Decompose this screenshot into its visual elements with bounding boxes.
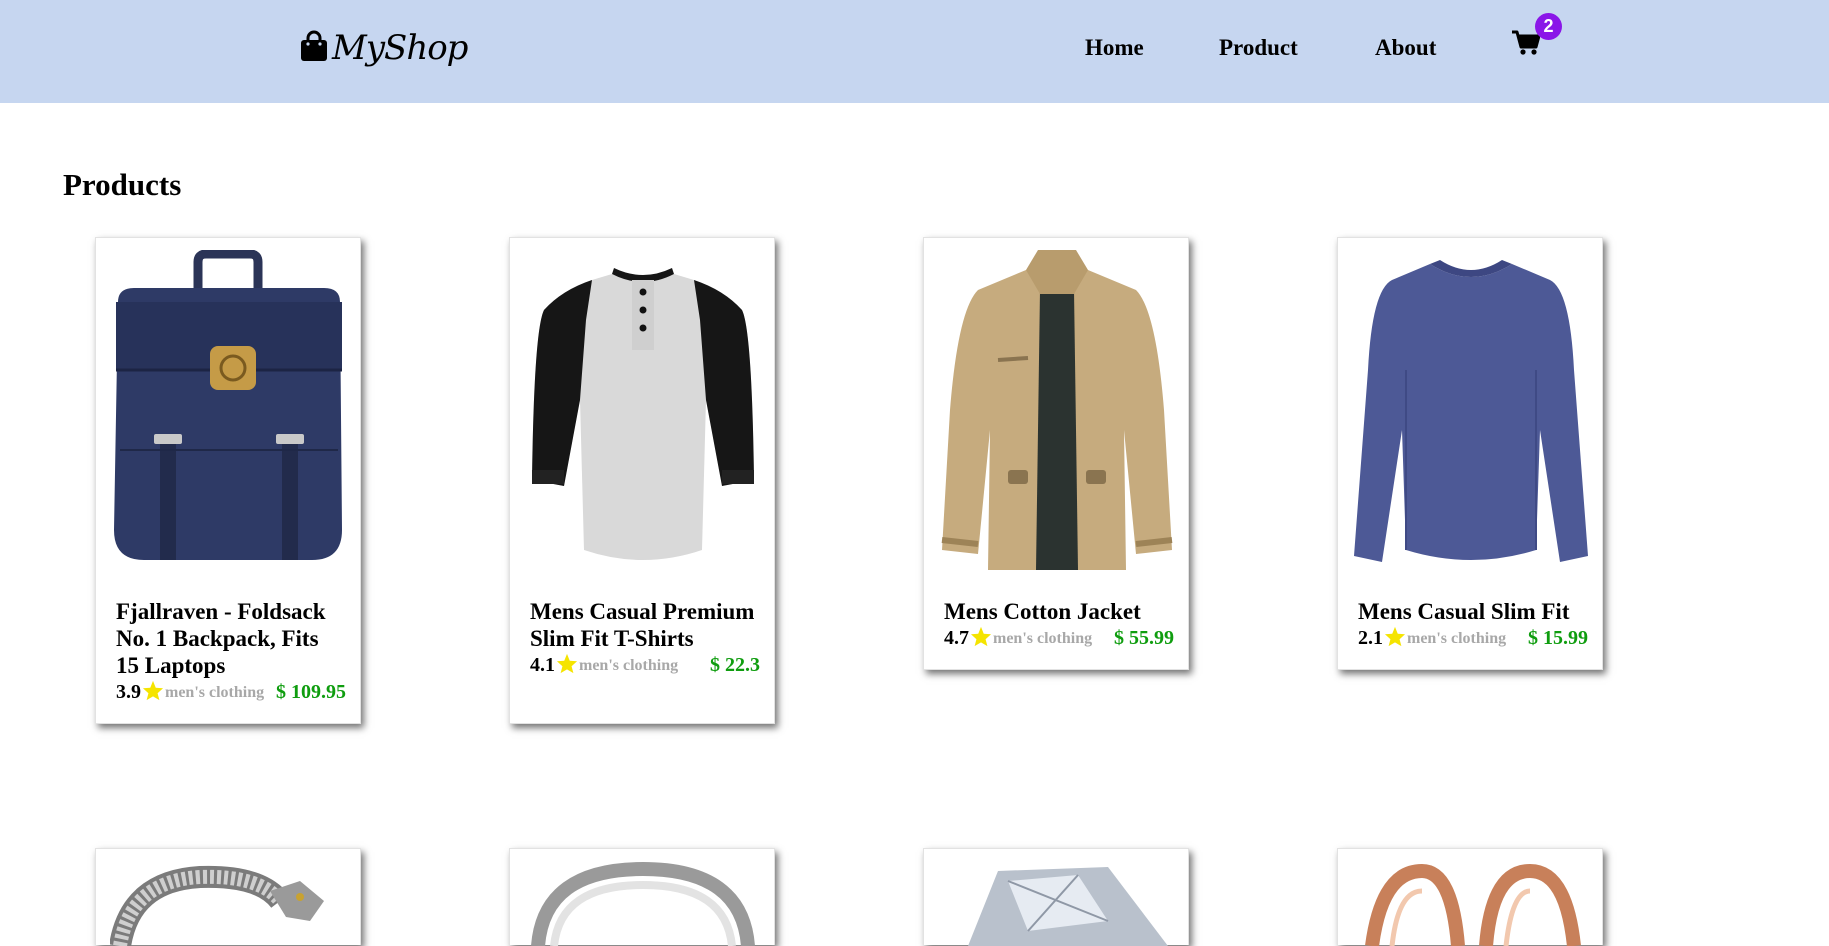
shopping-cart-icon [1512,30,1541,60]
product-image-slim-fit-shirt [1352,250,1590,576]
product-image-silver-ring [524,861,762,946]
cart-count-badge: 2 [1535,13,1562,40]
product-image-dragon-bracelet [110,861,348,946]
product-image-raglan-tshirt [524,250,762,576]
product-card[interactable]: Mens Cotton Jacket 4.7 men's clothing $ … [923,237,1189,670]
page-title: Products [63,167,182,202]
nav-about[interactable]: About [1375,35,1436,61]
shopping-bag-icon [300,30,328,67]
product-title: Mens Casual Premium Slim Fit T-Shirts [530,599,755,651]
product-card[interactable]: Mens Casual Premium Slim Fit T-Shirts 4.… [509,237,775,724]
nav-product[interactable]: Product [1219,35,1298,61]
product-title: Fjallraven - Foldsack No. 1 Backpack, Fi… [116,599,326,678]
product-image-backpack [110,250,348,576]
product-card[interactable]: Mens Casual Slim Fit 2.1 men's clothing … [1337,237,1603,670]
product-price: $ 15.99 [1528,627,1588,649]
navbar: MyShop Home Product About 2 [0,0,1829,103]
product-rating: 3.9 [116,681,141,703]
product-title: Mens Casual Slim Fit [1358,599,1570,624]
product-image-cotton-jacket [938,250,1176,576]
brand-name: MyShop [332,28,468,68]
product-category: men's clothing [579,656,679,674]
star-icon [1384,626,1406,652]
product-rating: 4.1 [530,654,555,676]
nav-home[interactable]: Home [1085,35,1144,61]
product-category: men's clothing [165,683,265,701]
product-card[interactable] [1337,848,1603,946]
product-category: men's clothing [1407,629,1507,647]
product-rating: 2.1 [1358,627,1383,649]
product-price: $ 55.99 [1114,627,1174,649]
product-price: $ 22.3 [710,654,760,676]
product-card[interactable] [95,848,361,946]
product-rating: 4.7 [944,627,969,649]
brand-logo[interactable]: MyShop [300,28,468,68]
product-image-rose-gold-earrings [1352,861,1590,946]
product-price: $ 109.95 [276,681,346,703]
product-card[interactable]: Fjallraven - Foldsack No. 1 Backpack, Fi… [95,237,361,724]
product-category: men's clothing [993,629,1093,647]
star-icon [970,626,992,652]
product-title: Mens Cotton Jacket [944,599,1141,624]
product-image-diamond-ring [938,861,1176,946]
star-icon [142,680,164,706]
star-icon [556,653,578,679]
cart-button[interactable]: 2 [1512,13,1562,61]
product-card[interactable] [923,848,1189,946]
product-card[interactable] [509,848,775,946]
